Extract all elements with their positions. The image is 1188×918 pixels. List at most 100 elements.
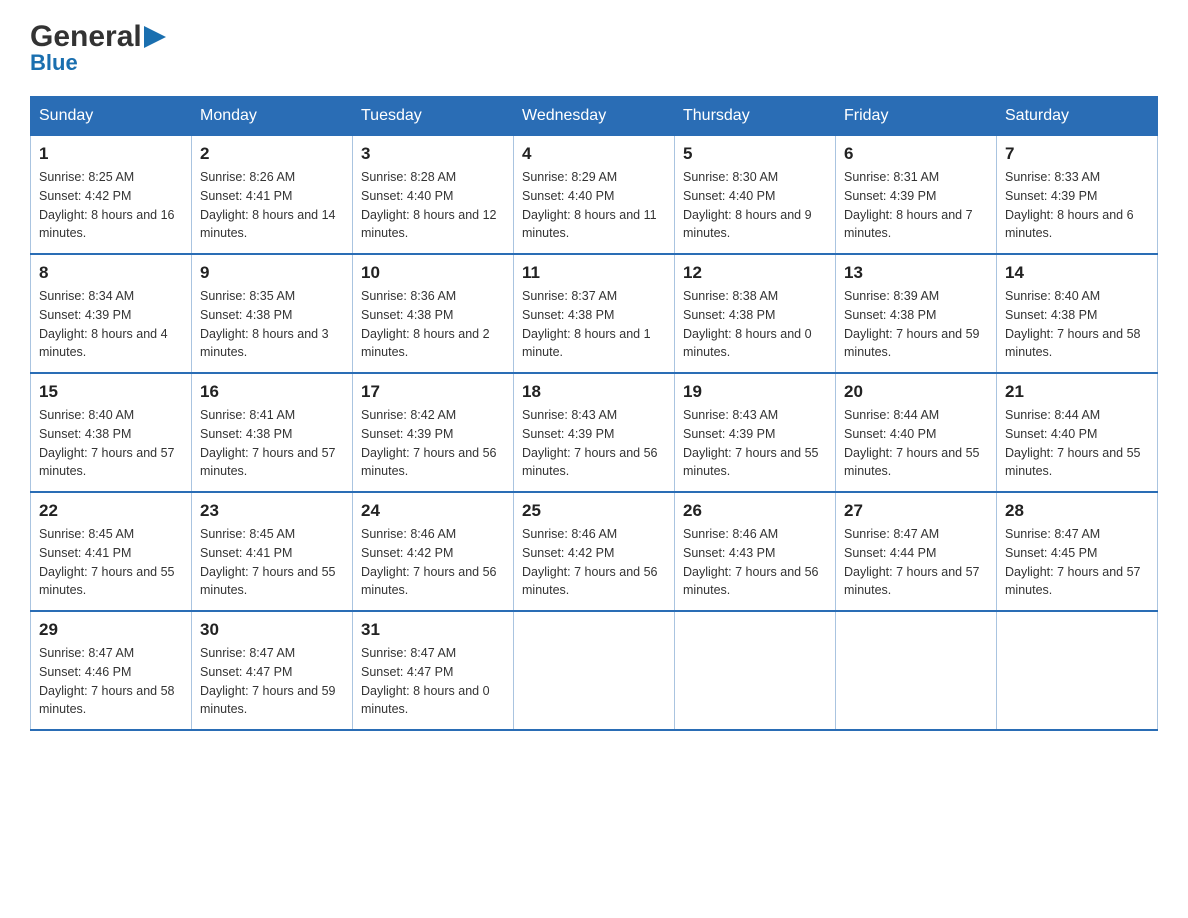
day-number: 12 <box>683 263 827 283</box>
day-info: Sunrise: 8:47 AMSunset: 4:46 PMDaylight:… <box>39 644 183 719</box>
weekday-header-thursday: Thursday <box>675 97 836 136</box>
weekday-header-sunday: Sunday <box>31 97 192 136</box>
day-number: 8 <box>39 263 183 283</box>
day-info: Sunrise: 8:36 AMSunset: 4:38 PMDaylight:… <box>361 287 505 362</box>
day-info: Sunrise: 8:25 AMSunset: 4:42 PMDaylight:… <box>39 168 183 243</box>
day-info: Sunrise: 8:43 AMSunset: 4:39 PMDaylight:… <box>522 406 666 481</box>
calendar-cell: 28 Sunrise: 8:47 AMSunset: 4:45 PMDaylig… <box>997 492 1158 611</box>
day-number: 11 <box>522 263 666 283</box>
weekday-header-friday: Friday <box>836 97 997 136</box>
logo-general-text: General <box>30 20 142 54</box>
calendar-week-row: 1 Sunrise: 8:25 AMSunset: 4:42 PMDayligh… <box>31 136 1158 255</box>
calendar-cell: 23 Sunrise: 8:45 AMSunset: 4:41 PMDaylig… <box>192 492 353 611</box>
calendar-cell: 21 Sunrise: 8:44 AMSunset: 4:40 PMDaylig… <box>997 373 1158 492</box>
day-number: 29 <box>39 620 183 640</box>
calendar-cell <box>997 611 1158 730</box>
day-number: 4 <box>522 144 666 164</box>
day-number: 13 <box>844 263 988 283</box>
day-info: Sunrise: 8:38 AMSunset: 4:38 PMDaylight:… <box>683 287 827 362</box>
day-info: Sunrise: 8:44 AMSunset: 4:40 PMDaylight:… <box>1005 406 1149 481</box>
calendar-cell: 9 Sunrise: 8:35 AMSunset: 4:38 PMDayligh… <box>192 254 353 373</box>
day-info: Sunrise: 8:34 AMSunset: 4:39 PMDaylight:… <box>39 287 183 362</box>
calendar-cell: 17 Sunrise: 8:42 AMSunset: 4:39 PMDaylig… <box>353 373 514 492</box>
calendar-cell: 25 Sunrise: 8:46 AMSunset: 4:42 PMDaylig… <box>514 492 675 611</box>
calendar-cell: 20 Sunrise: 8:44 AMSunset: 4:40 PMDaylig… <box>836 373 997 492</box>
calendar-body: 1 Sunrise: 8:25 AMSunset: 4:42 PMDayligh… <box>31 136 1158 731</box>
day-number: 3 <box>361 144 505 164</box>
calendar-week-row: 8 Sunrise: 8:34 AMSunset: 4:39 PMDayligh… <box>31 254 1158 373</box>
day-number: 1 <box>39 144 183 164</box>
calendar-cell: 24 Sunrise: 8:46 AMSunset: 4:42 PMDaylig… <box>353 492 514 611</box>
calendar-cell: 30 Sunrise: 8:47 AMSunset: 4:47 PMDaylig… <box>192 611 353 730</box>
calendar-week-row: 29 Sunrise: 8:47 AMSunset: 4:46 PMDaylig… <box>31 611 1158 730</box>
calendar-cell: 29 Sunrise: 8:47 AMSunset: 4:46 PMDaylig… <box>31 611 192 730</box>
day-number: 21 <box>1005 382 1149 402</box>
day-info: Sunrise: 8:31 AMSunset: 4:39 PMDaylight:… <box>844 168 988 243</box>
day-number: 28 <box>1005 501 1149 521</box>
day-number: 23 <box>200 501 344 521</box>
calendar-cell: 19 Sunrise: 8:43 AMSunset: 4:39 PMDaylig… <box>675 373 836 492</box>
calendar-cell: 12 Sunrise: 8:38 AMSunset: 4:38 PMDaylig… <box>675 254 836 373</box>
weekday-header-tuesday: Tuesday <box>353 97 514 136</box>
calendar-cell: 13 Sunrise: 8:39 AMSunset: 4:38 PMDaylig… <box>836 254 997 373</box>
day-number: 2 <box>200 144 344 164</box>
day-number: 26 <box>683 501 827 521</box>
calendar-cell: 22 Sunrise: 8:45 AMSunset: 4:41 PMDaylig… <box>31 492 192 611</box>
day-info: Sunrise: 8:26 AMSunset: 4:41 PMDaylight:… <box>200 168 344 243</box>
logo-blue-text: Blue <box>30 50 78 76</box>
day-info: Sunrise: 8:45 AMSunset: 4:41 PMDaylight:… <box>200 525 344 600</box>
calendar-week-row: 15 Sunrise: 8:40 AMSunset: 4:38 PMDaylig… <box>31 373 1158 492</box>
calendar-cell: 3 Sunrise: 8:28 AMSunset: 4:40 PMDayligh… <box>353 136 514 255</box>
day-number: 16 <box>200 382 344 402</box>
day-info: Sunrise: 8:45 AMSunset: 4:41 PMDaylight:… <box>39 525 183 600</box>
day-info: Sunrise: 8:30 AMSunset: 4:40 PMDaylight:… <box>683 168 827 243</box>
day-info: Sunrise: 8:47 AMSunset: 4:47 PMDaylight:… <box>361 644 505 719</box>
day-number: 6 <box>844 144 988 164</box>
day-number: 15 <box>39 382 183 402</box>
weekday-header-saturday: Saturday <box>997 97 1158 136</box>
calendar-cell: 4 Sunrise: 8:29 AMSunset: 4:40 PMDayligh… <box>514 136 675 255</box>
day-number: 14 <box>1005 263 1149 283</box>
day-info: Sunrise: 8:44 AMSunset: 4:40 PMDaylight:… <box>844 406 988 481</box>
day-number: 22 <box>39 501 183 521</box>
day-info: Sunrise: 8:41 AMSunset: 4:38 PMDaylight:… <box>200 406 344 481</box>
day-info: Sunrise: 8:46 AMSunset: 4:43 PMDaylight:… <box>683 525 827 600</box>
calendar-cell <box>675 611 836 730</box>
day-number: 19 <box>683 382 827 402</box>
calendar-table: SundayMondayTuesdayWednesdayThursdayFrid… <box>30 96 1158 731</box>
day-info: Sunrise: 8:47 AMSunset: 4:44 PMDaylight:… <box>844 525 988 600</box>
day-number: 31 <box>361 620 505 640</box>
weekday-header-monday: Monday <box>192 97 353 136</box>
calendar-header-row: SundayMondayTuesdayWednesdayThursdayFrid… <box>31 97 1158 136</box>
calendar-cell: 31 Sunrise: 8:47 AMSunset: 4:47 PMDaylig… <box>353 611 514 730</box>
day-info: Sunrise: 8:35 AMSunset: 4:38 PMDaylight:… <box>200 287 344 362</box>
page-header: General Blue <box>30 20 1158 76</box>
day-number: 9 <box>200 263 344 283</box>
day-number: 5 <box>683 144 827 164</box>
calendar-cell: 15 Sunrise: 8:40 AMSunset: 4:38 PMDaylig… <box>31 373 192 492</box>
calendar-cell: 10 Sunrise: 8:36 AMSunset: 4:38 PMDaylig… <box>353 254 514 373</box>
calendar-cell: 14 Sunrise: 8:40 AMSunset: 4:38 PMDaylig… <box>997 254 1158 373</box>
weekday-header-wednesday: Wednesday <box>514 97 675 136</box>
calendar-cell: 27 Sunrise: 8:47 AMSunset: 4:44 PMDaylig… <box>836 492 997 611</box>
day-info: Sunrise: 8:28 AMSunset: 4:40 PMDaylight:… <box>361 168 505 243</box>
day-info: Sunrise: 8:40 AMSunset: 4:38 PMDaylight:… <box>39 406 183 481</box>
day-info: Sunrise: 8:37 AMSunset: 4:38 PMDaylight:… <box>522 287 666 362</box>
day-info: Sunrise: 8:43 AMSunset: 4:39 PMDaylight:… <box>683 406 827 481</box>
day-number: 24 <box>361 501 505 521</box>
day-number: 18 <box>522 382 666 402</box>
day-number: 17 <box>361 382 505 402</box>
calendar-cell: 11 Sunrise: 8:37 AMSunset: 4:38 PMDaylig… <box>514 254 675 373</box>
calendar-cell: 2 Sunrise: 8:26 AMSunset: 4:41 PMDayligh… <box>192 136 353 255</box>
calendar-cell: 1 Sunrise: 8:25 AMSunset: 4:42 PMDayligh… <box>31 136 192 255</box>
day-info: Sunrise: 8:39 AMSunset: 4:38 PMDaylight:… <box>844 287 988 362</box>
day-number: 20 <box>844 382 988 402</box>
day-number: 30 <box>200 620 344 640</box>
calendar-cell: 18 Sunrise: 8:43 AMSunset: 4:39 PMDaylig… <box>514 373 675 492</box>
day-number: 7 <box>1005 144 1149 164</box>
calendar-cell: 7 Sunrise: 8:33 AMSunset: 4:39 PMDayligh… <box>997 136 1158 255</box>
calendar-cell: 5 Sunrise: 8:30 AMSunset: 4:40 PMDayligh… <box>675 136 836 255</box>
calendar-cell: 26 Sunrise: 8:46 AMSunset: 4:43 PMDaylig… <box>675 492 836 611</box>
day-info: Sunrise: 8:33 AMSunset: 4:39 PMDaylight:… <box>1005 168 1149 243</box>
day-info: Sunrise: 8:42 AMSunset: 4:39 PMDaylight:… <box>361 406 505 481</box>
